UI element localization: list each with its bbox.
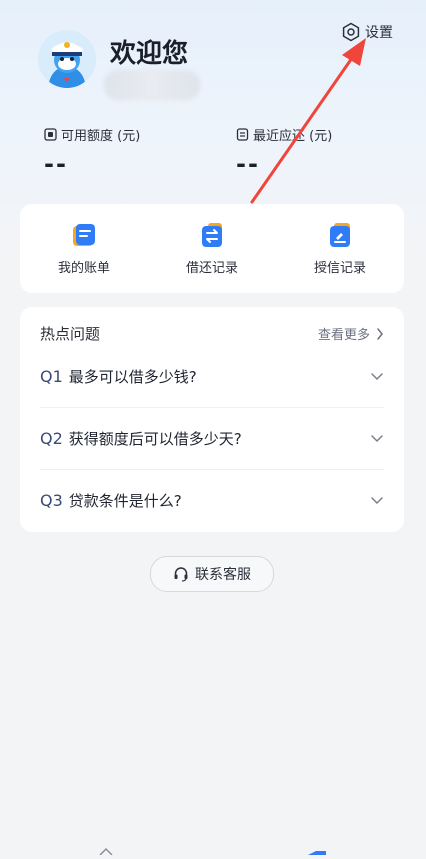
recent-repayment: 最近应还 (元) -- (236, 125, 332, 178)
chevron-down-icon (371, 497, 383, 505)
faq-card: 热点问题 查看更多 Q1 最多可以借多少钱? Q2 获得额度后可以借多少天? Q3 贷… (20, 307, 404, 532)
contact-service-label: 联系客服 (195, 567, 251, 583)
shortcuts-card: 我的账单 借还记录 授信记录 (20, 204, 404, 293)
bill-icon (73, 224, 95, 246)
recent-repayment-label: 最近应还 (元) (253, 129, 333, 144)
faq-number: Q1 (40, 366, 63, 386)
chevron-right-icon (377, 327, 383, 340)
shortcut-label: 我的账单 (57, 261, 110, 276)
transfer-icon (202, 223, 222, 247)
contact-service-button[interactable]: 联系客服 (150, 556, 274, 592)
credit-icon (44, 128, 57, 141)
faq-item[interactable]: Q3 贷款条件是什么? (40, 469, 384, 531)
see-more-link[interactable]: 查看更多 (318, 324, 384, 343)
available-credit-label: 可用额度 (元) (61, 129, 141, 144)
shortcut-label: 借还记录 (185, 261, 238, 276)
shortcut-credit-record[interactable]: 授信记录 (276, 204, 404, 293)
settings-button[interactable]: 设置 (341, 22, 393, 42)
faq-question: 最多可以借多少钱? (68, 367, 197, 386)
faq-item[interactable]: Q2 获得额度后可以借多少天? (40, 407, 384, 470)
recent-repayment-value: -- (236, 150, 260, 178)
faq-question: 贷款条件是什么? (68, 491, 182, 510)
available-credit: 可用额度 (元) -- (44, 125, 140, 178)
faq-item[interactable]: Q1 最多可以借多少钱? (40, 345, 384, 408)
shortcut-borrow-repay[interactable]: 借还记录 (148, 204, 276, 293)
welcome-title: 欢迎您 (110, 39, 189, 69)
faq-question: 获得额度后可以借多少天? (68, 429, 242, 448)
settings-label: 设置 (365, 25, 393, 41)
credit-record-icon (330, 223, 350, 247)
bottom-nav-partial (0, 840, 426, 856)
see-more-label: 查看更多 (317, 328, 370, 343)
chevron-down-icon (371, 435, 383, 443)
headset-icon (174, 567, 188, 582)
document-icon (236, 128, 249, 141)
faq-title: 热点问题 (40, 325, 101, 343)
bottom-nav-icons (99, 847, 326, 856)
avatar[interactable] (38, 30, 96, 88)
user-name-masked (104, 70, 200, 100)
chevron-down-icon (371, 373, 383, 381)
available-credit-value: -- (44, 150, 68, 178)
faq-number: Q2 (40, 428, 63, 448)
mascot-icon (38, 30, 96, 88)
gear-icon (342, 22, 360, 42)
shortcut-label: 授信记录 (313, 261, 366, 276)
faq-number: Q3 (40, 490, 63, 510)
shortcut-my-bill[interactable]: 我的账单 (20, 204, 148, 293)
